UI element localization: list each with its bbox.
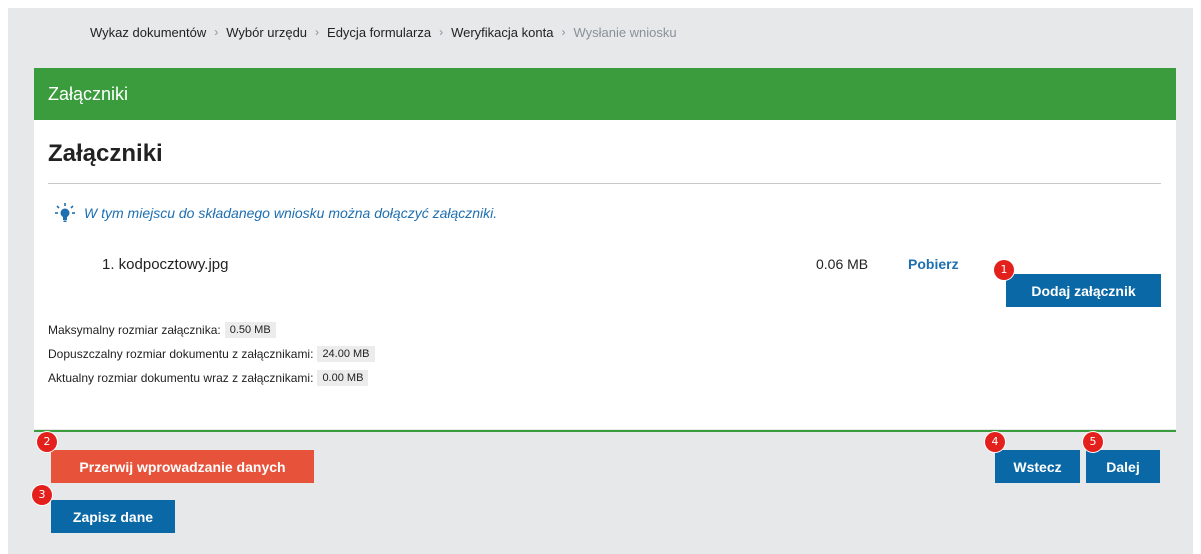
current-document-size: Aktualny rozmiar dokumentu wraz z załącz… (48, 366, 375, 390)
current-document-size-label: Aktualny rozmiar dokumentu wraz z załącz… (48, 371, 314, 385)
breadcrumb-item-document-list[interactable]: Wykaz dokumentów (90, 25, 206, 40)
info-text: W tym miejscu do składanego wniosku możn… (84, 205, 498, 221)
panel-header: Załączniki (34, 68, 1176, 120)
max-attachment-size: Maksymalny rozmiar załącznika: 0.50 MB (48, 318, 375, 342)
size-limits: Maksymalny rozmiar załącznika: 0.50 MB D… (48, 318, 375, 390)
breadcrumb-item-office-selection[interactable]: Wybór urzędu (226, 25, 307, 40)
allowed-document-size: Dopuszczalny rozmiar dokumentu z załączn… (48, 342, 375, 366)
max-attachment-size-label: Maksymalny rozmiar załącznika: (48, 323, 221, 337)
breadcrumb-item-form-edit[interactable]: Edycja formularza (327, 25, 431, 40)
back-button[interactable]: Wstecz (995, 450, 1080, 483)
annotation-badge: 1 (994, 260, 1014, 280)
annotation-badge: 2 (37, 432, 57, 452)
allowed-document-size-label: Dopuszczalny rozmiar dokumentu z załączn… (48, 347, 314, 361)
save-data-button[interactable]: Zapisz dane (51, 500, 175, 533)
breadcrumb: Wykaz dokumentów › Wybór urzędu › Edycja… (90, 22, 677, 42)
next-button[interactable]: Dalej (1086, 450, 1160, 483)
attachment-file-name: 1. kodpocztowy.jpg (102, 256, 229, 273)
section-title: Załączniki (48, 140, 163, 167)
section-divider (48, 183, 1161, 184)
chevron-right-icon: › (214, 25, 219, 39)
chevron-right-icon: › (561, 25, 566, 39)
info-message: W tym miejscu do składanego wniosku możn… (54, 202, 497, 224)
annotation-badge: 5 (1083, 432, 1103, 452)
max-attachment-size-value: 0.50 MB (224, 322, 276, 338)
annotation-badge: 4 (985, 432, 1005, 452)
allowed-document-size-value: 24.00 MB (317, 346, 375, 362)
chevron-right-icon: › (439, 25, 444, 39)
current-document-size-value: 0.00 MB (317, 370, 369, 386)
annotation-badge: 3 (32, 485, 52, 505)
abort-data-entry-button[interactable]: Przerwij wprowadzanie danych (51, 450, 314, 483)
attachment-file-size: 0.06 MB (816, 256, 869, 272)
footer-divider (34, 430, 1176, 432)
chevron-right-icon: › (315, 25, 320, 39)
lightbulb-icon (54, 202, 76, 224)
attachment-download-link[interactable]: Pobierz (908, 256, 959, 272)
add-attachment-button[interactable]: Dodaj załącznik (1006, 274, 1161, 307)
breadcrumb-item-submit-application: Wysłanie wniosku (573, 24, 677, 40)
breadcrumb-item-account-verification[interactable]: Weryfikacja konta (451, 25, 553, 40)
